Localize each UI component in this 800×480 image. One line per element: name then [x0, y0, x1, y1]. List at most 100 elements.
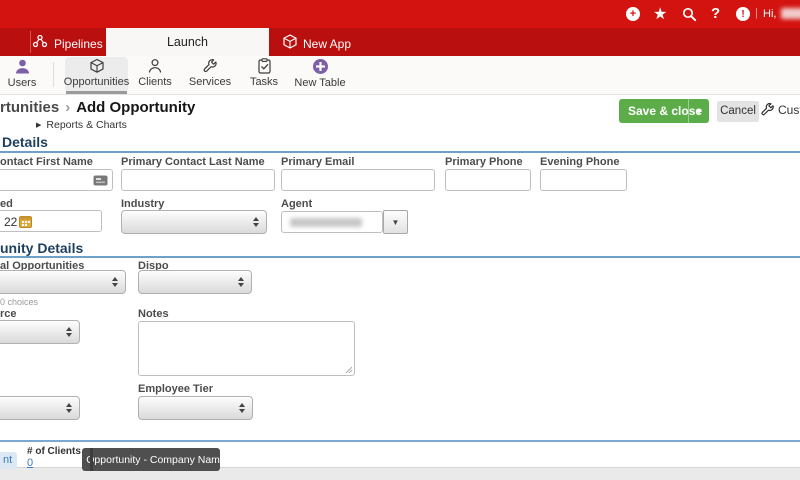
table-item-label: Opportunities	[63, 76, 130, 88]
email-label: Primary Email	[281, 156, 355, 168]
last-name-label: Primary Contact Last Name	[121, 156, 265, 168]
table-item-services[interactable]: Services	[187, 58, 233, 91]
table-item-new-table[interactable]: New Table	[294, 58, 346, 91]
tab-new-app[interactable]: New App	[283, 34, 351, 54]
section-contact-details-title: Details	[2, 134, 48, 150]
industry-label: Industry	[121, 198, 165, 210]
clients-count-label: # of Clients	[27, 446, 81, 457]
email-field[interactable]	[281, 169, 435, 191]
agent-field[interactable]	[281, 211, 383, 233]
reports-charts-link[interactable]: ▶ Reports & Charts	[36, 119, 127, 131]
page-title: Add Opportunity	[76, 99, 196, 116]
client-link[interactable]: nt	[0, 452, 17, 469]
table-item-label: Clients	[138, 76, 172, 88]
alert-icon[interactable]: !	[736, 7, 750, 21]
clients-icon	[148, 59, 162, 73]
source-label: rce	[0, 308, 17, 320]
tasks-icon	[257, 58, 271, 74]
notes-textarea[interactable]	[138, 321, 355, 376]
table-item-users[interactable]: Users	[2, 58, 42, 91]
select-spinner-icon	[238, 277, 244, 287]
phone-label: Primary Phone	[445, 156, 523, 168]
reports-charts-label: Reports & Charts	[46, 119, 127, 131]
save-dropdown-caret-icon[interactable]: ▾	[688, 99, 709, 123]
table-item-label: Tasks	[249, 76, 279, 88]
app-window: + ★ ? ! | Hi, Pipelines Launch New App U…	[0, 0, 800, 480]
add-icon[interactable]: +	[626, 7, 640, 21]
agent-label: Agent	[281, 198, 313, 210]
topbar-divider: |	[755, 7, 758, 19]
employee-tier-select[interactable]	[138, 396, 253, 420]
source-select[interactable]	[0, 320, 80, 344]
table-strip-separator	[53, 62, 54, 87]
tooltip-notch	[90, 448, 93, 471]
table-item-label: New Table	[294, 77, 346, 89]
left-cutoff-select[interactable]	[0, 396, 80, 420]
select-spinner-icon	[66, 403, 72, 413]
breadcrumb-parent[interactable]: rtunities	[0, 99, 59, 116]
notes-label: Notes	[138, 308, 169, 320]
calendar-icon[interactable]	[19, 215, 32, 228]
evening-phone-field[interactable]	[540, 169, 627, 191]
agent-value-redacted	[290, 218, 362, 227]
wrench-icon	[761, 102, 774, 116]
tab-launch[interactable]: Launch	[106, 28, 269, 56]
search-icon[interactable]	[682, 7, 697, 27]
dispo-select[interactable]	[138, 270, 252, 294]
tabbar-separator	[30, 31, 31, 53]
services-icon	[203, 59, 217, 73]
opportunities-icon	[89, 58, 104, 73]
first-name-label: ontact First Name	[0, 156, 93, 168]
new-table-plus-icon	[312, 59, 328, 74]
pipelines-icon	[32, 34, 48, 53]
table-item-tasks[interactable]: Tasks	[246, 58, 282, 91]
field-tooltip: Opportunity - Company Name	[82, 448, 226, 471]
table-item-opportunities[interactable]: Opportunities	[63, 58, 130, 91]
resize-handle-icon[interactable]	[345, 366, 353, 374]
users-icon	[15, 59, 29, 74]
dropdown-caret-icon: ▼	[391, 217, 400, 227]
evening-phone-label: Evening Phone	[540, 156, 620, 168]
select-spinner-icon	[239, 403, 245, 413]
phone-field[interactable]	[445, 169, 531, 191]
breadcrumb-separator: ›	[65, 99, 71, 116]
customize-label: Custo	[778, 102, 800, 117]
section-divider	[0, 440, 800, 442]
agent-dropdown-button[interactable]: ▼	[383, 210, 408, 234]
section-opportunity-details-title: unity Details	[0, 240, 84, 256]
selected-table-underline	[66, 91, 127, 94]
new-app-icon	[283, 34, 297, 54]
date-created-label: ed	[0, 198, 13, 210]
select-spinner-icon	[112, 277, 118, 287]
additional-opportunities-select[interactable]	[0, 270, 126, 294]
user-name-redacted	[781, 8, 800, 19]
breadcrumb: rtunities › Add Opportunity	[0, 99, 195, 116]
reports-arrow-icon: ▶	[36, 122, 42, 129]
date-created-field[interactable]: 22	[0, 210, 102, 232]
industry-select[interactable]	[121, 210, 267, 234]
favorites-star-icon[interactable]: ★	[653, 4, 667, 24]
tab-pipelines-label: Pipelines	[54, 36, 103, 51]
cancel-button[interactable]: Cancel	[717, 101, 759, 122]
select-spinner-icon	[66, 327, 72, 337]
save-close-button[interactable]: Save & close ▾	[619, 99, 709, 123]
alert-glyph: !	[741, 8, 745, 20]
first-name-field[interactable]	[0, 169, 113, 191]
help-icon[interactable]: ?	[711, 5, 720, 22]
table-item-clients[interactable]: Clients	[135, 58, 175, 91]
table-item-label: Services	[188, 76, 232, 88]
tab-launch-label: Launch	[166, 35, 208, 49]
date-created-value: 22	[4, 215, 18, 229]
last-name-field[interactable]	[121, 169, 275, 191]
customize-button[interactable]: Custo	[760, 102, 800, 117]
top-bar	[0, 0, 800, 28]
contact-card-icon	[93, 175, 108, 186]
table-item-label: Users	[7, 77, 37, 89]
select-spinner-icon	[253, 217, 259, 227]
user-greeting[interactable]: Hi,	[763, 8, 776, 20]
tab-pipelines[interactable]: Pipelines	[32, 34, 103, 53]
tooltip-text: Opportunity - Company Name	[86, 453, 226, 466]
clients-count-link[interactable]: 0	[27, 457, 33, 469]
section-divider	[0, 256, 800, 258]
tab-new-app-label: New App	[303, 37, 352, 51]
